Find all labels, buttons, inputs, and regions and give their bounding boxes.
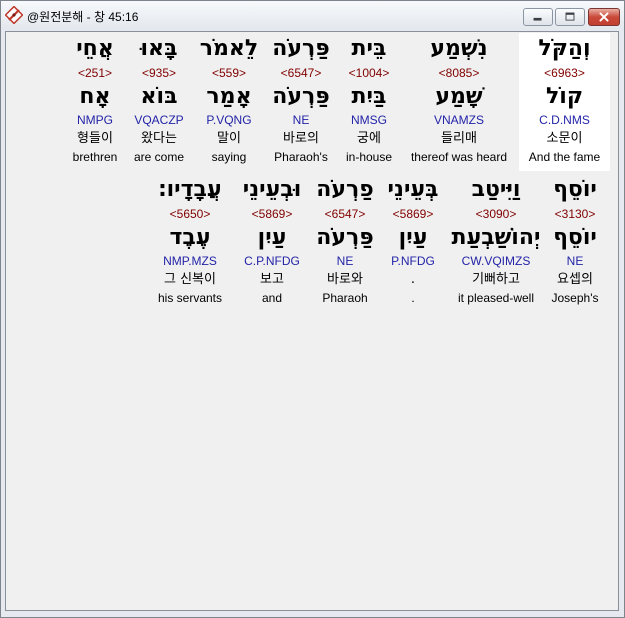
hebrew-word: וְהַקֹּל xyxy=(538,36,591,61)
close-icon xyxy=(599,12,609,22)
strong-number[interactable]: <3130> xyxy=(532,207,618,221)
word-column[interactable]: וְהַקֹּל <6963> קוֹל C.D.NMS 소문이 And the… xyxy=(519,33,610,171)
korean-gloss: 그 신복이 xyxy=(164,272,216,287)
morph-code: C.P.NFDG xyxy=(244,254,300,268)
hebrew-word: עֲבָדָיו׃ xyxy=(158,177,222,202)
analysis-pane: וְהַקֹּל <6963> קוֹל C.D.NMS 소문이 And the… xyxy=(5,31,619,611)
lemma: אָח xyxy=(79,84,111,109)
korean-gloss: 보고 xyxy=(260,272,284,287)
strong-number[interactable]: <6963> xyxy=(519,66,610,80)
word-column[interactable]: וַיִּיטַב <3090> יְהוֹשַׁבְעַת CW.VQIMZS… xyxy=(451,174,541,312)
strong-number[interactable]: <3090> xyxy=(451,207,541,221)
strong-number[interactable]: <8085> xyxy=(403,66,515,80)
lemma: עֶבֶד xyxy=(169,225,211,250)
english-gloss: it pleased-well xyxy=(457,291,535,305)
maximize-button[interactable] xyxy=(555,8,585,26)
korean-gloss: 요셉의 xyxy=(557,272,593,287)
minimize-icon xyxy=(533,17,542,21)
word-column[interactable]: וּבְעֵינֵי <5869> עַיִן C.P.NFDG 보고 and xyxy=(227,174,317,312)
morph-code: CW.VQIMZS xyxy=(461,254,531,268)
minimize-button[interactable] xyxy=(523,8,553,26)
hebrew-word: יוֹסֵף xyxy=(553,177,597,202)
english-gloss: Joseph's xyxy=(551,291,599,305)
window-title: @원전분해 - 창 45:16 xyxy=(27,10,139,24)
lemma: עַיִן xyxy=(257,225,287,250)
app-icon[interactable] xyxy=(4,5,24,25)
lemma: קוֹל xyxy=(545,84,584,109)
close-button[interactable] xyxy=(588,8,620,26)
strong-number[interactable]: <5869> xyxy=(227,207,317,221)
title-bar[interactable]: @원전분해 - 창 45:16 xyxy=(1,1,624,30)
korean-gloss: 형들이 xyxy=(77,131,113,146)
word-column[interactable]: אֲחֵי <251> אָח NMPG 형들이 brethren xyxy=(50,33,140,171)
hebrew-word: אֲחֵי xyxy=(76,36,114,61)
word-column[interactable]: נִשְׁמַע <8085> שָׁמַע VNAMZS 들리매 thereo… xyxy=(403,33,515,171)
english-gloss: and xyxy=(261,291,283,305)
korean-gloss: 소문이 xyxy=(546,131,583,146)
morph-code: NE xyxy=(566,254,584,268)
lemma: שָׁמַע xyxy=(435,84,483,109)
maximize-icon xyxy=(565,12,575,21)
hebrew-word: נִשְׁמַע xyxy=(430,36,488,61)
word-column[interactable]: עֲבָדָיו׃ <5650> עֶבֶד NMP.MZS 그 신복이 his… xyxy=(145,174,235,312)
english-gloss: And the fame xyxy=(528,150,601,164)
app-window: @원전분해 - 창 45:16 וְהַקֹּל <6963> קוֹל C.D… xyxy=(0,0,625,618)
morph-code: VNAMZS xyxy=(433,113,484,127)
strong-number[interactable]: <5650> xyxy=(145,207,235,221)
morph-code: NMPG xyxy=(77,113,113,127)
english-gloss: brethren xyxy=(72,150,118,164)
morph-code: C.D.NMS xyxy=(539,113,590,127)
word-column[interactable]: יוֹסֵף <3130> יוֹסֵף NE 요셉의 Joseph's xyxy=(532,174,618,312)
hebrew-word: וּבְעֵינֵי xyxy=(242,177,302,202)
lemma: יוֹסֵף xyxy=(553,225,597,250)
english-gloss: his servants xyxy=(157,291,223,305)
english-gloss: thereof was heard xyxy=(410,150,508,164)
lemma: יְהוֹשַׁבְעַת xyxy=(451,225,541,250)
morph-code: NMP.MZS xyxy=(163,254,217,268)
korean-gloss: 들리매 xyxy=(441,131,477,146)
hebrew-word: וַיִּיטַב xyxy=(471,177,521,202)
korean-gloss: 기뻐하고 xyxy=(472,272,520,287)
strong-number[interactable]: <251> xyxy=(50,66,140,80)
